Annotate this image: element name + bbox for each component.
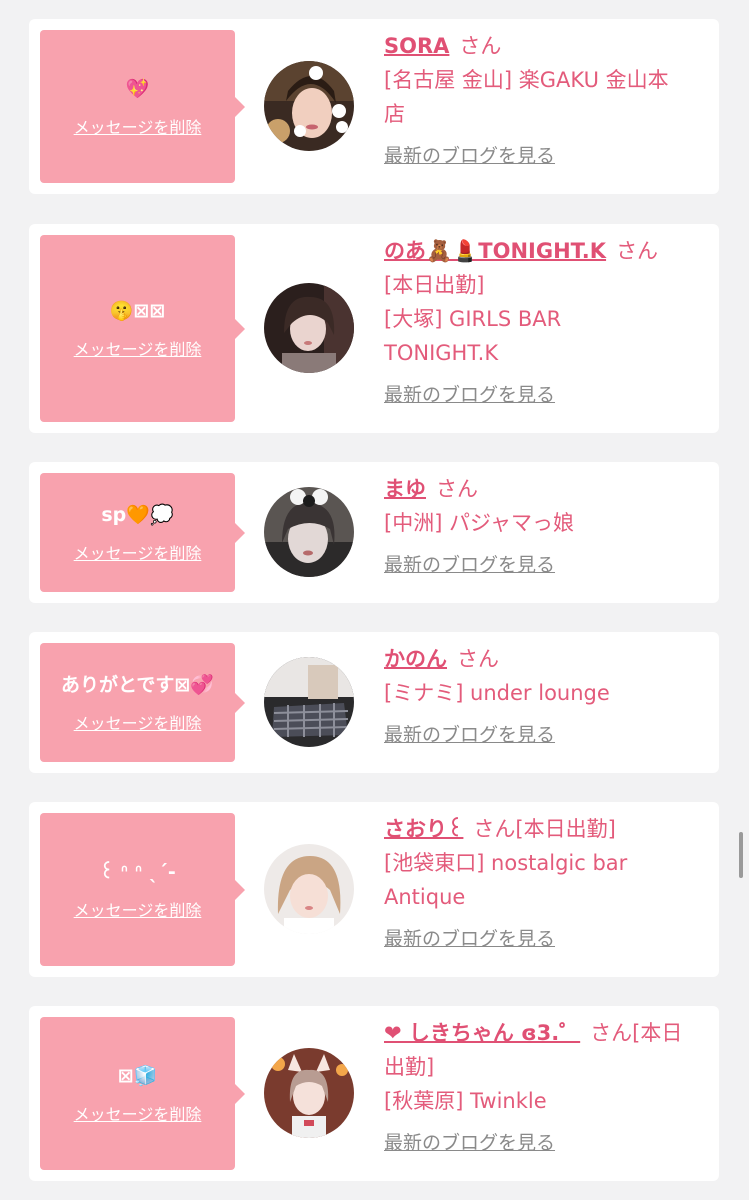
delete-message-link[interactable]: メッセージを削除 [74,540,202,564]
latest-blog-link[interactable]: 最新のブログを見る [384,378,555,412]
delete-message-link[interactable]: メッセージを削除 [74,114,202,138]
message-text: ꒰ ᐢ ᐢ ˎˊ- [99,860,176,883]
cast-detail: 出勤] [384,1055,435,1079]
message-text: 💖 [125,77,150,100]
cast-name-line: さおり꒰ さん[本日出勤] [384,812,709,846]
message-bubble: sp🧡💭 メッセージを削除 [40,473,245,592]
avatar[interactable] [264,844,354,934]
message-bubble: 💖 メッセージを削除 [40,30,245,183]
message-card: ꒰ ᐢ ᐢ ˎˊ- メッセージを削除 さおり꒰ さん[本日出勤] [池袋東口] n… [29,802,719,977]
message-text: 🤫⊠⊠ [109,299,166,322]
cast-name-line: まゆ さん [384,472,709,506]
cast-detail: [秋葉原] Twinkle [384,1089,547,1113]
cast-name-link[interactable]: ❤︎ しきちゃん ɞ3.゜ [384,1021,580,1045]
honorific: さん [457,647,499,671]
message-bubble: ꒰ ᐢ ᐢ ˎˊ- メッセージを削除 [40,813,245,966]
cast-detail: 店 [384,102,405,126]
honorific: さん[本日 [590,1021,683,1045]
avatar[interactable] [264,283,354,373]
cast-info: のあ🧸💄TONIGHT.K さん [本日出勤] [大塚] GIRLS BAR TO… [384,234,709,412]
message-card: ⊠🧊 メッセージを削除 ❤︎ しきちゃん ɞ3.゜ さん[本日 出勤] [秋葉原]… [29,1006,719,1181]
cast-name-line: SORA さん [384,29,709,63]
latest-blog-link[interactable]: 最新のブログを見る [384,1126,555,1160]
message-bubble: 🤫⊠⊠ メッセージを削除 [40,235,245,422]
honorific: さん [436,477,478,501]
cast-name-line: のあ🧸💄TONIGHT.K さん [384,234,709,268]
cast-info: さおり꒰ さん[本日出勤] [池袋東口] nostalgic bar Antiqu… [384,812,709,956]
honorific: さん [459,34,502,58]
latest-blog-link[interactable]: 最新のブログを見る [384,718,555,752]
cast-name-link[interactable]: SORA [384,34,449,58]
message-bubble: ありがとです⊠💞 メッセージを削除 [40,643,245,762]
message-text: ⊠🧊 [117,1064,158,1087]
cast-detail: TONIGHT.K [384,341,499,365]
latest-blog-link[interactable]: 最新のブログを見る [384,139,555,173]
latest-blog-link[interactable]: 最新のブログを見る [384,548,555,582]
message-bubble: ⊠🧊 メッセージを削除 [40,1017,245,1170]
delete-message-link[interactable]: メッセージを削除 [74,710,202,734]
cast-detail: [大塚] GIRLS BAR [384,307,562,331]
message-card: ありがとです⊠💞 メッセージを削除 かのん さん [ミナミ] under loun… [29,632,719,773]
avatar[interactable] [264,1048,354,1138]
delete-message-link[interactable]: メッセージを削除 [74,336,202,360]
delete-message-link[interactable]: メッセージを削除 [74,1101,202,1125]
avatar[interactable] [264,61,354,151]
cast-info: SORA さん [名古屋 金山] 楽GAKU 金山本 店 最新のブログを見る [384,29,709,173]
message-card: 🤫⊠⊠ メッセージを削除 のあ🧸💄TONIGHT.K さん [本日出勤] [大塚]… [29,224,719,433]
message-text: sp🧡💭 [101,503,174,526]
cast-detail: [名古屋 金山] 楽GAKU 金山本 [384,68,669,92]
cast-info: まゆ さん [中洲] パジャマっ娘 最新のブログを見る [384,472,709,582]
message-text: ありがとです⊠💞 [60,673,214,696]
cast-info: ❤︎ しきちゃん ɞ3.゜ さん[本日 出勤] [秋葉原] Twinkle 最新の… [384,1016,709,1160]
delete-message-link[interactable]: メッセージを削除 [74,897,202,921]
cast-name-link[interactable]: まゆ [384,477,426,501]
cast-name-line: ❤︎ しきちゃん ɞ3.゜ さん[本日 [384,1016,709,1050]
cast-info: かのん さん [ミナミ] under lounge 最新のブログを見る [384,642,709,752]
avatar[interactable] [264,657,354,747]
honorific: さん [616,239,659,263]
cast-name-link[interactable]: さおり꒰ [384,817,463,841]
cast-detail: [中洲] パジャマっ娘 [384,511,575,535]
cast-detail: [本日出勤] [384,273,485,297]
message-card: sp🧡💭 メッセージを削除 まゆ さん [中洲] パジャマっ娘 最新のブログを見る [29,462,719,603]
cast-name-link[interactable]: かのん [384,647,447,671]
cast-detail: Antique [384,885,466,909]
avatar[interactable] [264,487,354,577]
latest-blog-link[interactable]: 最新のブログを見る [384,922,555,956]
honorific: さん[本日出勤] [473,817,616,841]
cast-name-link[interactable]: のあ🧸💄TONIGHT.K [384,239,606,263]
cast-detail: [池袋東口] nostalgic bar [384,851,628,875]
scrollbar[interactable] [739,832,743,878]
cast-detail: [ミナミ] under lounge [384,681,610,705]
cast-name-line: かのん さん [384,642,709,676]
message-card: 💖 メッセージを削除 SORA さん [名古屋 金山] 楽GAKU 金山本 店 … [29,19,719,194]
